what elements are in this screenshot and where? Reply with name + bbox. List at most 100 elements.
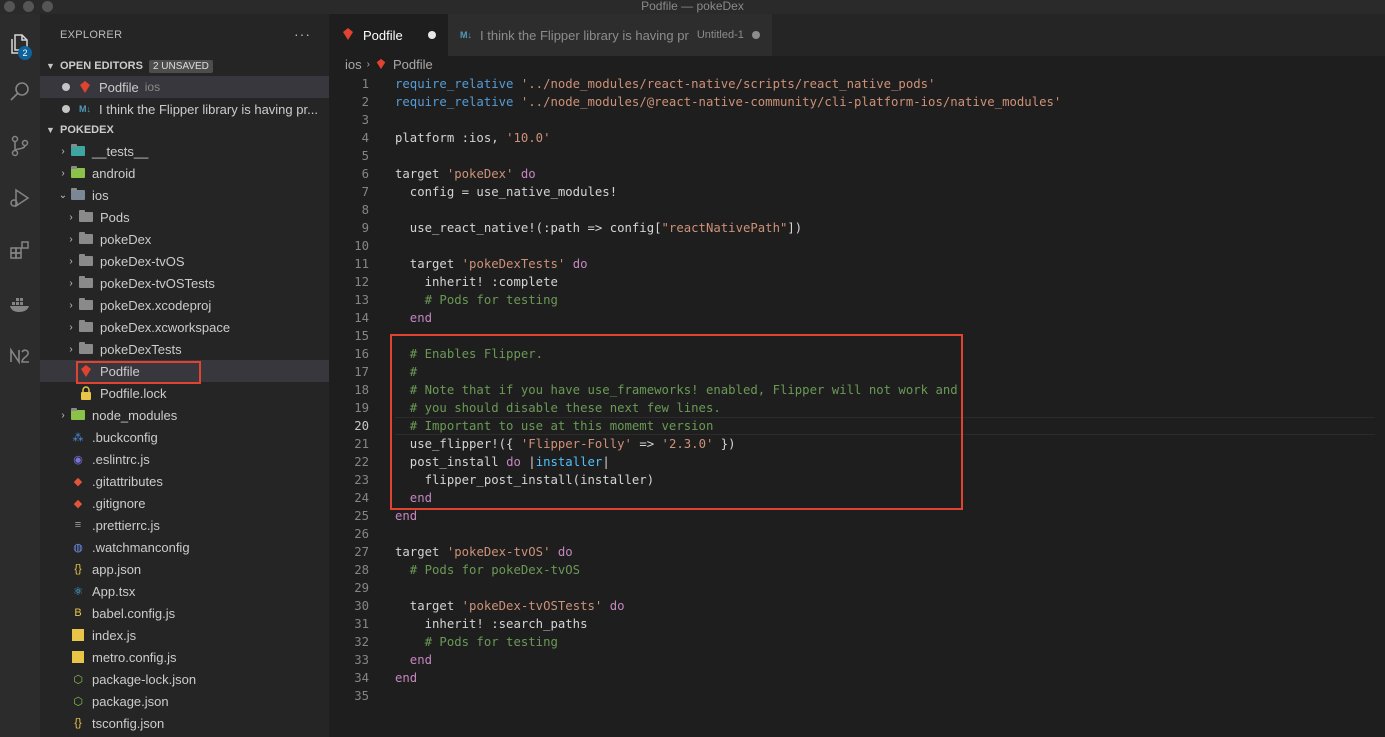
babel-file-icon: B <box>74 607 82 619</box>
tab-untitled[interactable]: M↓ I think the Flipper library is having… <box>448 14 772 56</box>
tree-label: node_modules <box>92 407 178 423</box>
code-token: target <box>395 599 462 613</box>
tree-folder[interactable]: › pokeDex.xcodeproj <box>40 294 329 316</box>
code-line[interactable]: 31 inherit! :search_paths <box>329 615 1385 633</box>
code-line[interactable]: 27 target 'pokeDex-tvOS' do <box>329 543 1385 561</box>
project-section[interactable]: ▼ POKEDEX <box>40 120 329 140</box>
code-line[interactable]: 29 <box>329 579 1385 597</box>
code-token: 'pokeDex-tvOSTests' <box>461 599 603 613</box>
tree-folder[interactable]: › pokeDex-tvOS <box>40 250 329 272</box>
code-line[interactable]: 1 require_relative '../node_modules/react… <box>329 75 1385 93</box>
more-actions-icon[interactable]: ··· <box>294 26 311 42</box>
tree-folder[interactable]: › __tests__ <box>40 140 329 162</box>
tree-file[interactable]: ◆ .gitignore <box>40 492 329 514</box>
code-line[interactable]: 2 require_relative '../node_modules/@reac… <box>329 93 1385 111</box>
open-editors-section[interactable]: ▼ OPEN EDITORS 2 UNSAVED <box>40 56 329 76</box>
code-line[interactable]: 12 inherit! :complete <box>329 273 1385 291</box>
code-line[interactable]: 6 target 'pokeDex' do <box>329 165 1385 183</box>
code-line[interactable]: 13 # Pods for testing <box>329 291 1385 309</box>
code-line[interactable]: 30 target 'pokeDex-tvOSTests' do <box>329 597 1385 615</box>
markdown-file-icon: M↓ <box>460 30 472 40</box>
code-line[interactable]: 10 <box>329 237 1385 255</box>
folder-tests-icon <box>70 143 86 159</box>
tree-folder[interactable]: › pokeDexTests <box>40 338 329 360</box>
unsaved-dot-icon[interactable] <box>62 83 70 91</box>
open-editor-item[interactable]: Podfile ios <box>40 76 329 98</box>
chevron-right-icon: › <box>69 255 73 267</box>
unsaved-dot-icon[interactable] <box>428 31 436 39</box>
tree-folder[interactable]: › pokeDex <box>40 228 329 250</box>
tree-file[interactable]: ⬡ package.json <box>40 690 329 712</box>
code-token: use_react_native!(:path => config[ <box>395 221 662 235</box>
tree-label: pokeDex-tvOSTests <box>100 275 215 291</box>
code-line[interactable]: 11 target 'pokeDexTests' do <box>329 255 1385 273</box>
tree-file[interactable]: ◉ .eslintrc.js <box>40 448 329 470</box>
breadcrumb-file[interactable]: Podfile <box>393 57 433 72</box>
source-control-icon[interactable] <box>0 126 40 166</box>
code-line[interactable]: 26 <box>329 525 1385 543</box>
line-number: 20 <box>354 419 369 433</box>
unsaved-badge: 2 UNSAVED <box>148 59 213 73</box>
line-number: 33 <box>354 653 369 667</box>
line-number: 29 <box>354 581 369 595</box>
tree-folder[interactable]: › Pods <box>40 206 329 228</box>
tree-folder[interactable]: › android <box>40 162 329 184</box>
tree-file[interactable]: Podfile.lock <box>40 382 329 404</box>
code-line[interactable]: 35 <box>329 687 1385 705</box>
code-token: '../node_modules/react-native/scripts/re… <box>520 77 936 91</box>
code-line[interactable]: 33 end <box>329 651 1385 669</box>
line-text: require_relative '../node_modules/react-… <box>369 75 935 93</box>
code-line[interactable]: 28 # Pods for pokeDex-tvOS <box>329 561 1385 579</box>
nx-icon[interactable] <box>0 336 40 376</box>
tree-folder[interactable]: ⌄ ios <box>40 184 329 206</box>
code-line[interactable]: 9 use_react_native!(:path => config["rea… <box>329 219 1385 237</box>
tree-file[interactable]: metro.config.js <box>40 646 329 668</box>
tree-file[interactable]: ⚛ App.tsx <box>40 580 329 602</box>
tree-file[interactable]: ⁂ .buckconfig <box>40 426 329 448</box>
code-line[interactable]: 34 end <box>329 669 1385 687</box>
tree-file[interactable]: B babel.config.js <box>40 602 329 624</box>
tree-file[interactable]: index.js <box>40 624 329 646</box>
tab-podfile[interactable]: Podfile <box>329 14 448 56</box>
breadcrumb-folder[interactable]: ios <box>345 57 362 72</box>
tree-file[interactable]: ⬡ package-lock.json <box>40 668 329 690</box>
chevron-right-icon: › <box>69 343 73 355</box>
code-line[interactable]: 14 end <box>329 309 1385 327</box>
docker-icon[interactable] <box>0 284 40 324</box>
js-file-icon <box>70 649 86 665</box>
tree-file[interactable]: ◆ .gitattributes <box>40 470 329 492</box>
tree-folder[interactable]: › pokeDex-tvOSTests <box>40 272 329 294</box>
open-editor-item[interactable]: M↓ I think the Flipper library is having… <box>40 98 329 120</box>
json-file-icon: {} <box>74 563 82 575</box>
line-text: target 'pokeDex-tvOS' do <box>369 543 573 561</box>
unsaved-dot-icon[interactable] <box>751 31 760 39</box>
explorer-icon[interactable]: 2 <box>0 24 40 64</box>
extensions-icon[interactable] <box>0 230 40 270</box>
tree-file[interactable]: {} app.json <box>40 558 329 580</box>
line-text: end <box>369 651 432 669</box>
chevron-right-icon: › <box>61 145 65 157</box>
run-debug-icon[interactable] <box>0 178 40 218</box>
tree-folder[interactable]: › pokeDex.xcworkspace <box>40 316 329 338</box>
code-line[interactable]: 32 # Pods for testing <box>329 633 1385 651</box>
unsaved-dot-icon[interactable] <box>62 105 70 113</box>
search-icon[interactable] <box>0 72 40 112</box>
code-line[interactable]: 5 <box>329 147 1385 165</box>
explorer-sidebar: EXPLORER ··· ▼ OPEN EDITORS 2 UNSAVED Po… <box>40 14 329 737</box>
line-number: 32 <box>354 635 369 649</box>
code-token: target <box>395 257 462 271</box>
code-line[interactable]: 4 platform :ios, '10.0' <box>329 129 1385 147</box>
watchman-file-icon: ◍ <box>73 541 83 554</box>
code-line[interactable]: 8 <box>329 201 1385 219</box>
code-token: config = use_native_modules! <box>395 185 618 199</box>
tree-file[interactable]: ≡ .prettierrc.js <box>40 514 329 536</box>
code-line[interactable]: 7 config = use_native_modules! <box>329 183 1385 201</box>
code-line[interactable]: 3 <box>329 111 1385 129</box>
tree-folder[interactable]: › node_modules <box>40 404 329 426</box>
tree-file[interactable]: {} tsconfig.json <box>40 712 329 734</box>
tree-file[interactable]: ◍ .watchmanconfig <box>40 536 329 558</box>
line-number: 30 <box>354 599 369 613</box>
line-text <box>369 525 395 543</box>
